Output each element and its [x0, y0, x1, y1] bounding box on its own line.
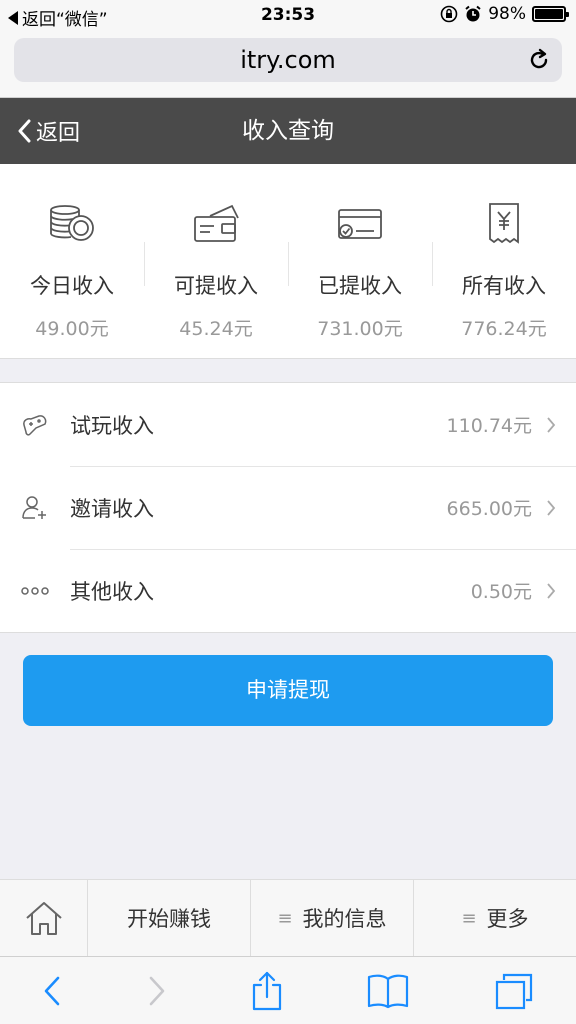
browser-forward-icon[interactable]: [147, 975, 167, 1007]
gamepad-icon: [23, 414, 47, 436]
receipt-yen-icon: [489, 203, 519, 244]
bottom-nav: 开始赚钱 ≡ 我的信息 ≡ 更多: [0, 879, 576, 956]
summary-label: 已提收入: [318, 274, 402, 298]
tab-my-info[interactable]: ≡ 我的信息: [251, 880, 414, 956]
list-item-label: 其他收入: [70, 579, 154, 604]
list-item-label: 试玩收入: [70, 413, 154, 438]
income-summary: 今日收入 49.00元 可提收入 45.24元 已提收入 731.00元 所有收…: [0, 164, 576, 359]
list-item-trial-income[interactable]: 试玩收入 110.74元: [0, 383, 576, 466]
browser-address-area: itry.com: [0, 32, 576, 98]
summary-value: 49.00元: [35, 318, 109, 340]
tab-start-earning[interactable]: 开始赚钱: [88, 880, 251, 956]
alarm-icon: [465, 5, 481, 22]
wallet-card-icon: [194, 204, 239, 242]
home-button[interactable]: [0, 880, 88, 956]
chevron-right-icon: [547, 416, 556, 433]
list-item-label: 邀请收入: [70, 496, 154, 521]
tab-label: 更多: [486, 907, 529, 931]
battery-icon: [532, 6, 569, 22]
page-header: 返回 收入查询: [0, 98, 576, 164]
apply-withdraw-button[interactable]: 申请提现: [23, 655, 553, 726]
tab-more[interactable]: ≡ 更多: [414, 880, 576, 956]
menu-lines-icon: ≡: [277, 907, 293, 929]
summary-withdrawn: 已提收入 731.00元: [288, 164, 432, 358]
browser-back-icon[interactable]: [42, 975, 62, 1007]
orientation-lock-icon: [440, 5, 458, 23]
tab-label: 开始赚钱: [127, 907, 211, 931]
menu-lines-icon: ≡: [461, 907, 477, 929]
bookmarks-icon[interactable]: [367, 973, 409, 1009]
summary-label: 今日收入: [30, 274, 114, 298]
summary-value: 45.24元: [179, 318, 253, 340]
page-title: 收入查询: [242, 118, 334, 144]
share-icon[interactable]: [251, 971, 283, 1011]
more-dots-icon: [21, 586, 49, 595]
list-item-value: 0.50元: [470, 581, 532, 603]
url-field[interactable]: itry.com: [14, 38, 562, 82]
status-bar: 返回“微信” 23:53 98%: [0, 0, 576, 32]
card-check-icon: [338, 209, 382, 239]
summary-withdrawable: 可提收入 45.24元: [144, 164, 288, 358]
list-item-value: 110.74元: [446, 415, 532, 437]
summary-today: 今日收入 49.00元: [0, 164, 144, 358]
chevron-right-icon: [547, 582, 556, 599]
list-item-invite-income[interactable]: 邀请收入 665.00元: [0, 466, 576, 549]
list-item-value: 665.00元: [446, 498, 532, 520]
income-list: 试玩收入 110.74元 邀请收入 665.00元 其他收入 0.50元: [0, 382, 576, 633]
summary-label: 所有收入: [462, 274, 546, 298]
chevron-right-icon: [547, 499, 556, 516]
list-item-other-income[interactable]: 其他收入 0.50元: [0, 549, 576, 632]
summary-value: 776.24元: [461, 318, 547, 340]
summary-label: 可提收入: [174, 274, 258, 298]
summary-total: 所有收入 776.24元: [432, 164, 576, 358]
browser-toolbar: [0, 956, 576, 1024]
tab-label: 我的信息: [302, 907, 387, 931]
add-user-icon: [22, 495, 46, 519]
tabs-icon[interactable]: [494, 972, 534, 1010]
summary-value: 731.00元: [317, 318, 403, 340]
battery-percent: 98%: [488, 4, 526, 24]
home-icon: [25, 902, 62, 935]
reload-icon[interactable]: [526, 47, 552, 73]
coins-icon: [50, 205, 94, 241]
url-text: itry.com: [240, 46, 336, 74]
